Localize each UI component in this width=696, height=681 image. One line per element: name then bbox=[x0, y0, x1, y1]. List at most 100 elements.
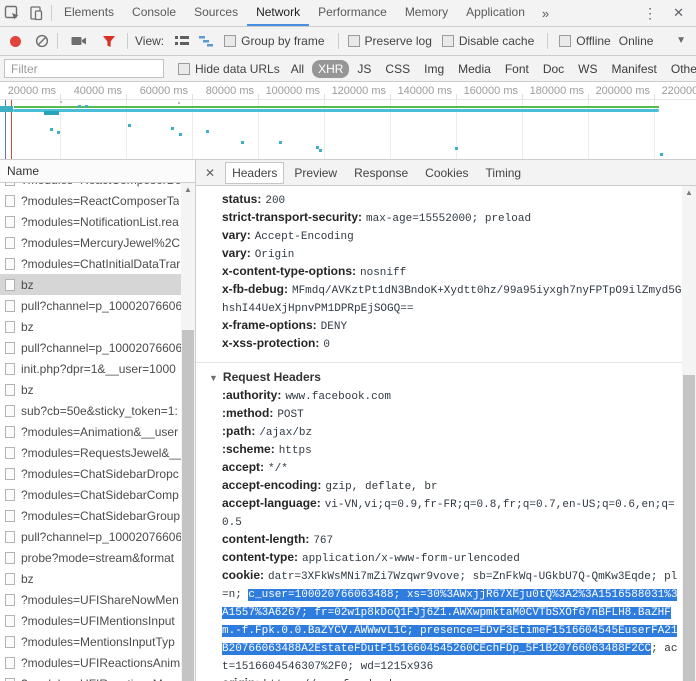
header-line[interactable]: accept-language:vi-VN,vi;q=0.9,fr-FR;q=0… bbox=[196, 495, 682, 531]
checkbox-icon[interactable] bbox=[348, 35, 360, 47]
request-row[interactable]: bz bbox=[0, 379, 181, 400]
scroll-up-icon[interactable]: ▲ bbox=[181, 183, 195, 196]
device-toolbar-icon[interactable] bbox=[24, 2, 48, 24]
collapse-triangle-icon[interactable]: ▼ bbox=[209, 373, 218, 383]
header-line[interactable]: :scheme:https bbox=[196, 441, 682, 459]
header-line[interactable]: x-fb-debug:MFmdq/AVKztPt1dN3BndoK+Xydtt0… bbox=[196, 281, 682, 317]
request-row[interactable]: init.php?dpr=1&__user=1000 bbox=[0, 358, 181, 379]
details-scrollbar[interactable]: ▲ bbox=[682, 186, 696, 681]
screenshot-camera-icon[interactable] bbox=[67, 30, 91, 52]
details-tab[interactable]: Headers bbox=[225, 162, 284, 184]
header-line[interactable]: x-xss-protection:0 bbox=[196, 335, 682, 353]
disable-cache-checkbox[interactable]: Disable cache bbox=[442, 34, 534, 48]
filter-chip[interactable]: Other bbox=[665, 60, 696, 78]
header-line[interactable]: content-length:767 bbox=[196, 531, 682, 549]
timeline-ruler[interactable]: 20000 ms40000 ms60000 ms80000 ms100000 m… bbox=[0, 82, 696, 100]
request-row[interactable]: ?modules=MentionsInputTyp bbox=[0, 631, 181, 652]
request-row[interactable]: pull?channel=p_10002076606 bbox=[0, 295, 181, 316]
filter-chip[interactable]: Doc bbox=[537, 60, 570, 78]
request-row[interactable]: ?modules=MercuryJewel%2C bbox=[0, 232, 181, 253]
filter-chip[interactable]: WS bbox=[572, 60, 603, 78]
devtools-tab[interactable]: Performance bbox=[309, 0, 396, 26]
request-row[interactable]: bz bbox=[0, 568, 181, 589]
header-line[interactable]: x-frame-options:DENY bbox=[196, 317, 682, 335]
request-row[interactable]: ?modules=ChatInitialDataTrar bbox=[0, 253, 181, 274]
offline-checkbox[interactable]: Offline bbox=[559, 34, 610, 48]
close-details-icon[interactable]: ✕ bbox=[196, 166, 225, 180]
request-row[interactable]: bz bbox=[0, 316, 181, 337]
request-row[interactable]: bz bbox=[0, 274, 181, 295]
header-line[interactable]: status:200 bbox=[196, 191, 682, 209]
filter-chip[interactable]: CSS bbox=[379, 60, 416, 78]
request-row[interactable]: ?modules=RequestsJewel&__ bbox=[0, 442, 181, 463]
filter-chip[interactable]: Media bbox=[452, 60, 497, 78]
request-list-scrollbar[interactable]: ▲ bbox=[181, 183, 195, 681]
devtools-tab[interactable]: Sources bbox=[185, 0, 247, 26]
view-waterfall-icon[interactable] bbox=[194, 30, 218, 52]
request-row[interactable]: ?modules=ReactComposerTa bbox=[0, 190, 181, 211]
filter-chip[interactable]: Manifest bbox=[606, 60, 663, 78]
request-row[interactable]: ?modules=UFIReactionsMen bbox=[0, 673, 181, 681]
request-row[interactable]: probe?mode=stream&format bbox=[0, 547, 181, 568]
clear-icon[interactable] bbox=[30, 30, 54, 52]
filter-input[interactable] bbox=[4, 59, 164, 78]
filter-chip[interactable]: Font bbox=[499, 60, 535, 78]
request-row[interactable]: ?modules=UFIMentionsInput bbox=[0, 610, 181, 631]
request-row[interactable]: ?modules=ChatSidebarDropc bbox=[0, 463, 181, 484]
hide-data-urls-checkbox[interactable]: Hide data URLs bbox=[178, 62, 280, 76]
inspect-element-icon[interactable] bbox=[0, 2, 24, 24]
request-row[interactable]: ?modules=Animation&__user bbox=[0, 421, 181, 442]
header-line[interactable]: vary:Origin bbox=[196, 245, 682, 263]
header-line[interactable]: :path:/ajax/bz bbox=[196, 423, 682, 441]
more-tabs-icon[interactable]: » bbox=[534, 6, 557, 21]
network-overview[interactable] bbox=[0, 100, 696, 160]
request-row[interactable]: ?modules=ChatSidebarComp bbox=[0, 484, 181, 505]
scrollbar-thumb[interactable] bbox=[683, 375, 695, 681]
record-icon[interactable] bbox=[10, 36, 21, 47]
view-list-icon[interactable] bbox=[170, 30, 194, 52]
group-by-frame-checkbox[interactable]: Group by frame bbox=[224, 34, 324, 48]
name-column-header[interactable]: Name bbox=[0, 160, 195, 183]
details-tab[interactable]: Cookies bbox=[418, 162, 475, 184]
filter-chip[interactable]: Img bbox=[418, 60, 450, 78]
details-tab[interactable]: Preview bbox=[287, 162, 344, 184]
devtools-tab[interactable]: Application bbox=[457, 0, 534, 26]
devtools-tab[interactable]: Network bbox=[247, 0, 309, 26]
throttling-dropdown-arrow-icon[interactable]: ▼ bbox=[676, 35, 686, 46]
header-line[interactable]: content-type:application/x-www-form-urle… bbox=[196, 549, 682, 567]
request-row[interactable]: pull?channel=p_10002076606 bbox=[0, 526, 181, 547]
request-row[interactable]: ?modules=NotificationList.rea bbox=[0, 211, 181, 232]
scrollbar-thumb[interactable] bbox=[182, 330, 194, 681]
request-row[interactable]: ?modules=ReactComposerBo bbox=[0, 183, 181, 190]
header-line[interactable]: strict-transport-security:max-age=155520… bbox=[196, 209, 682, 227]
header-line[interactable]: origin:https://www.facebook.com bbox=[196, 675, 682, 681]
header-line[interactable]: :authority:www.facebook.com bbox=[196, 387, 682, 405]
checkbox-icon[interactable] bbox=[442, 35, 454, 47]
throttling-select[interactable]: Online bbox=[619, 34, 654, 48]
request-headers-section[interactable]: ▼Request Headers bbox=[196, 362, 682, 387]
devtools-tab[interactable]: Elements bbox=[55, 0, 123, 26]
checkbox-icon[interactable] bbox=[224, 35, 236, 47]
filter-funnel-icon[interactable] bbox=[97, 30, 121, 52]
checkbox-icon[interactable] bbox=[178, 63, 190, 75]
header-line[interactable]: :method:POST bbox=[196, 405, 682, 423]
request-row[interactable]: ?modules=UFIShareNowMen bbox=[0, 589, 181, 610]
header-line[interactable]: cookie:datr=3XFkWsMNi7mZi7Wzqwr9vove; sb… bbox=[196, 567, 682, 675]
preserve-log-checkbox[interactable]: Preserve log bbox=[348, 34, 432, 48]
details-tab[interactable]: Response bbox=[347, 162, 415, 184]
header-line[interactable]: accept:*/* bbox=[196, 459, 682, 477]
filter-chip[interactable]: JS bbox=[351, 60, 377, 78]
checkbox-icon[interactable] bbox=[559, 35, 571, 47]
header-line[interactable]: vary:Accept-Encoding bbox=[196, 227, 682, 245]
request-row[interactable]: pull?channel=p_10002076606 bbox=[0, 337, 181, 358]
devtools-tab[interactable]: Console bbox=[123, 0, 185, 26]
devtools-tab[interactable]: Memory bbox=[396, 0, 457, 26]
request-row[interactable]: ?modules=UFIReactionsAnim bbox=[0, 652, 181, 673]
devtools-menu-icon[interactable]: ⋮ bbox=[633, 5, 667, 22]
header-line[interactable]: x-content-type-options:nosniff bbox=[196, 263, 682, 281]
header-line[interactable]: accept-encoding:gzip, deflate, br bbox=[196, 477, 682, 495]
filter-chip[interactable]: XHR bbox=[312, 60, 349, 78]
request-row[interactable]: sub?cb=50e&sticky_token=1: bbox=[0, 400, 181, 421]
request-row[interactable]: ?modules=ChatSidebarGroup bbox=[0, 505, 181, 526]
details-tab[interactable]: Timing bbox=[479, 162, 529, 184]
